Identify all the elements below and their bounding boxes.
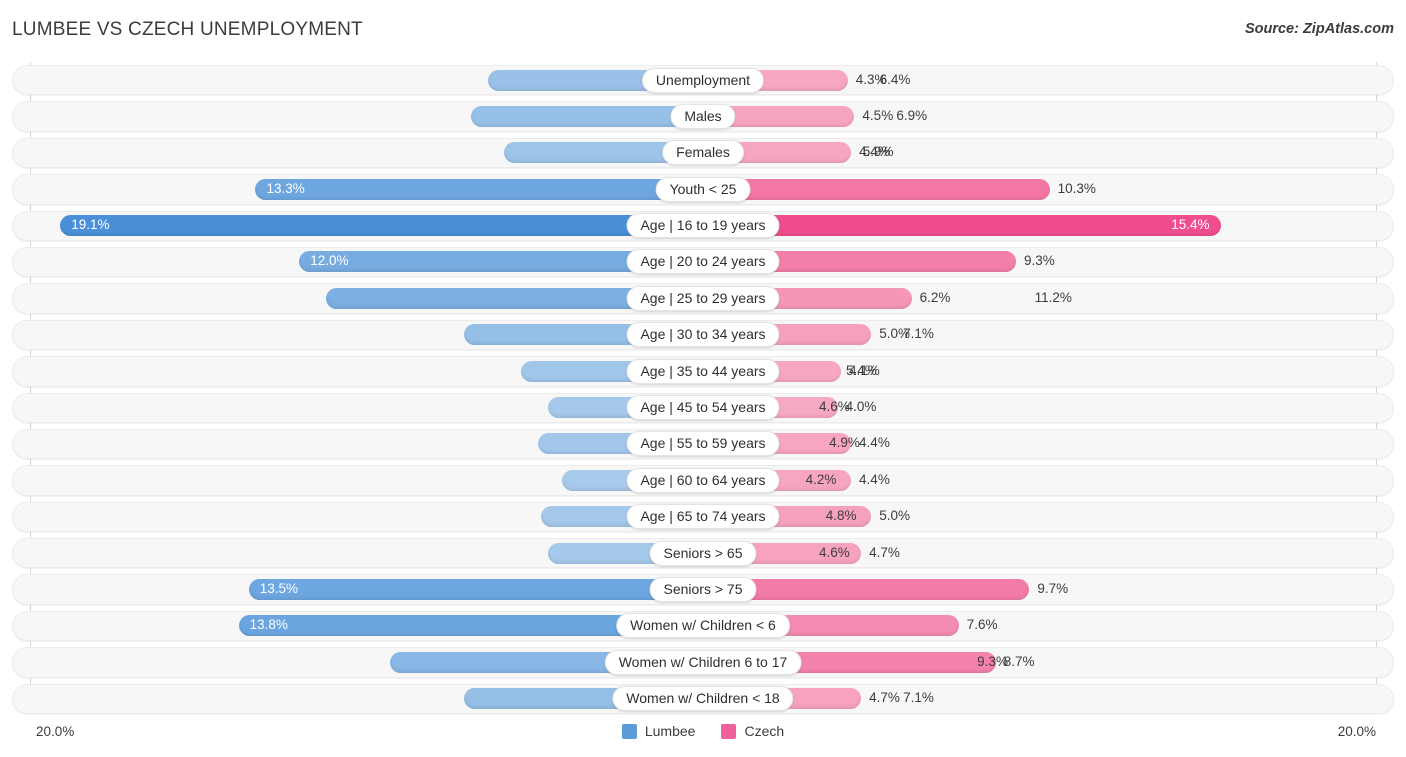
value-label-czech: 5.0% [879, 326, 911, 342]
legend-label: Czech [744, 723, 785, 739]
category-label: Age | 60 to 64 years [626, 467, 780, 493]
table-row[interactable]: 4.8% 5.0% Age | 65 to 74 years [0, 499, 1406, 535]
chart-header: LUMBEE VS CZECH UNEMPLOYMENT Source: Zip… [0, 0, 1406, 58]
value-label-czech: 8.7% [1003, 653, 1035, 669]
table-row[interactable]: 13.8% 7.6% Women w/ Children < 6 [0, 608, 1406, 644]
value-label-lumbee: 12.0% [310, 253, 349, 269]
page-title: LUMBEE VS CZECH UNEMPLOYMENT [12, 19, 363, 40]
table-row[interactable]: 7.1% 5.0% Age | 30 to 34 years [0, 317, 1406, 353]
category-label: Youth < 25 [655, 176, 751, 202]
table-row[interactable]: 13.5% 9.7% Seniors > 75 [0, 571, 1406, 607]
value-label-lumbee: 7.1% [903, 690, 934, 706]
value-label-czech: 4.1% [848, 362, 880, 378]
category-label: Age | 25 to 29 years [626, 285, 780, 311]
chart-rows: 6.4% 4.3% Unemployment 6.9% 4.5% Males 5.9% 4.4… [0, 62, 1406, 717]
bar-lumbee[interactable] [255, 178, 703, 200]
legend-label: Lumbee [644, 723, 696, 739]
category-label: Age | 65 to 74 years [626, 504, 780, 530]
value-label-czech: 4.0% [845, 399, 877, 415]
table-row[interactable]: 7.1% 4.7% Women w/ Children < 18 [0, 681, 1406, 717]
table-row[interactable]: 6.4% 4.3% Unemployment [0, 62, 1406, 98]
table-row[interactable]: 13.3% 10.3% Youth < 25 [0, 171, 1406, 207]
value-label-lumbee: 13.8% [249, 617, 288, 633]
value-label-lumbee: 4.8% [825, 508, 857, 524]
value-label-czech: 4.4% [859, 144, 890, 160]
value-label-lumbee: 11.2% [1034, 289, 1072, 305]
bar-lumbee[interactable] [60, 215, 703, 237]
value-label-lumbee: 4.2% [805, 471, 837, 487]
table-row[interactable]: 6.9% 4.5% Males [0, 98, 1406, 134]
value-label-czech: 9.3% [1023, 253, 1055, 269]
value-label-czech: 4.7% [869, 544, 900, 560]
value-label-lumbee: 13.3% [266, 180, 305, 196]
category-label: Unemployment [641, 67, 765, 93]
value-label-czech: 9.7% [1037, 580, 1069, 596]
value-label-czech: 4.4% [859, 471, 890, 487]
value-label-lumbee: 19.1% [71, 217, 110, 233]
table-row[interactable]: 9.3% 8.7% Women w/ Children 6 to 17 [0, 644, 1406, 680]
value-label-czech: 6.2% [919, 289, 951, 305]
value-label-czech: 4.4% [859, 435, 890, 451]
table-row[interactable]: 5.4% 4.1% Age | 35 to 44 years [0, 353, 1406, 389]
category-label: Age | 55 to 59 years [626, 431, 780, 457]
category-label: Women w/ Children < 6 [616, 613, 790, 639]
table-row[interactable]: 4.2% 4.4% Age | 60 to 64 years [0, 462, 1406, 498]
value-label-lumbee: 4.6% [819, 544, 850, 560]
category-label: Age | 16 to 19 years [626, 213, 780, 239]
category-label: Women w/ Children < 18 [612, 686, 794, 712]
bar-lumbee[interactable] [248, 578, 703, 600]
table-row[interactable]: 4.6% 4.0% Age | 45 to 54 years [0, 390, 1406, 426]
category-label: Males [670, 103, 736, 129]
chart-legend: Lumbee Czech [0, 723, 1406, 739]
table-row[interactable]: 4.6% 4.7% Seniors > 65 [0, 535, 1406, 571]
value-label-czech: 10.3% [1057, 180, 1096, 196]
source-attribution: Source: ZipAtlas.com [1244, 21, 1394, 37]
table-row[interactable]: 19.1% 15.4% Age | 16 to 19 years [0, 208, 1406, 244]
value-label-czech: 7.6% [966, 617, 998, 633]
category-label: Seniors > 75 [649, 576, 757, 602]
value-label-lumbee: 4.9% [829, 435, 860, 451]
category-label: Age | 35 to 44 years [626, 358, 780, 384]
bar-czech[interactable] [703, 178, 1050, 200]
table-row[interactable]: 11.2% 6.2% Age | 25 to 29 years [0, 280, 1406, 316]
category-label: Women w/ Children 6 to 17 [604, 649, 802, 675]
table-row[interactable]: 4.9% 4.4% Age | 55 to 59 years [0, 426, 1406, 462]
category-label: Females [662, 140, 744, 166]
category-label: Age | 20 to 24 years [626, 249, 780, 275]
table-row[interactable]: 12.0% 9.3% Age | 20 to 24 years [0, 244, 1406, 280]
bar-czech[interactable] [703, 215, 1222, 237]
bar-lumbee[interactable] [470, 105, 703, 127]
value-label-lumbee: 6.9% [896, 107, 928, 123]
value-label-lumbee: 13.5% [259, 580, 298, 596]
legend-swatch-icon [721, 723, 737, 739]
value-label-czech: 4.3% [855, 71, 887, 87]
chart-footer: 20.0% 20.0% Lumbee Czech [0, 717, 1406, 757]
value-label-czech: 5.0% [879, 508, 911, 524]
chart-plot-area: 6.4% 4.3% Unemployment 6.9% 4.5% Males 5.9% 4.4… [0, 62, 1406, 717]
category-label: Age | 45 to 54 years [626, 395, 780, 421]
legend-swatch-icon [621, 723, 637, 739]
value-label-czech: 4.5% [862, 107, 894, 123]
legend-item[interactable]: Lumbee [621, 723, 696, 739]
legend-item[interactable]: Czech [721, 723, 784, 739]
table-row[interactable]: 5.9% 4.4% Females [0, 135, 1406, 171]
value-label-czech: 15.4% [1171, 217, 1210, 233]
category-label: Age | 30 to 34 years [626, 322, 780, 348]
category-label: Seniors > 65 [649, 540, 757, 566]
value-label-czech: 4.7% [869, 690, 900, 706]
